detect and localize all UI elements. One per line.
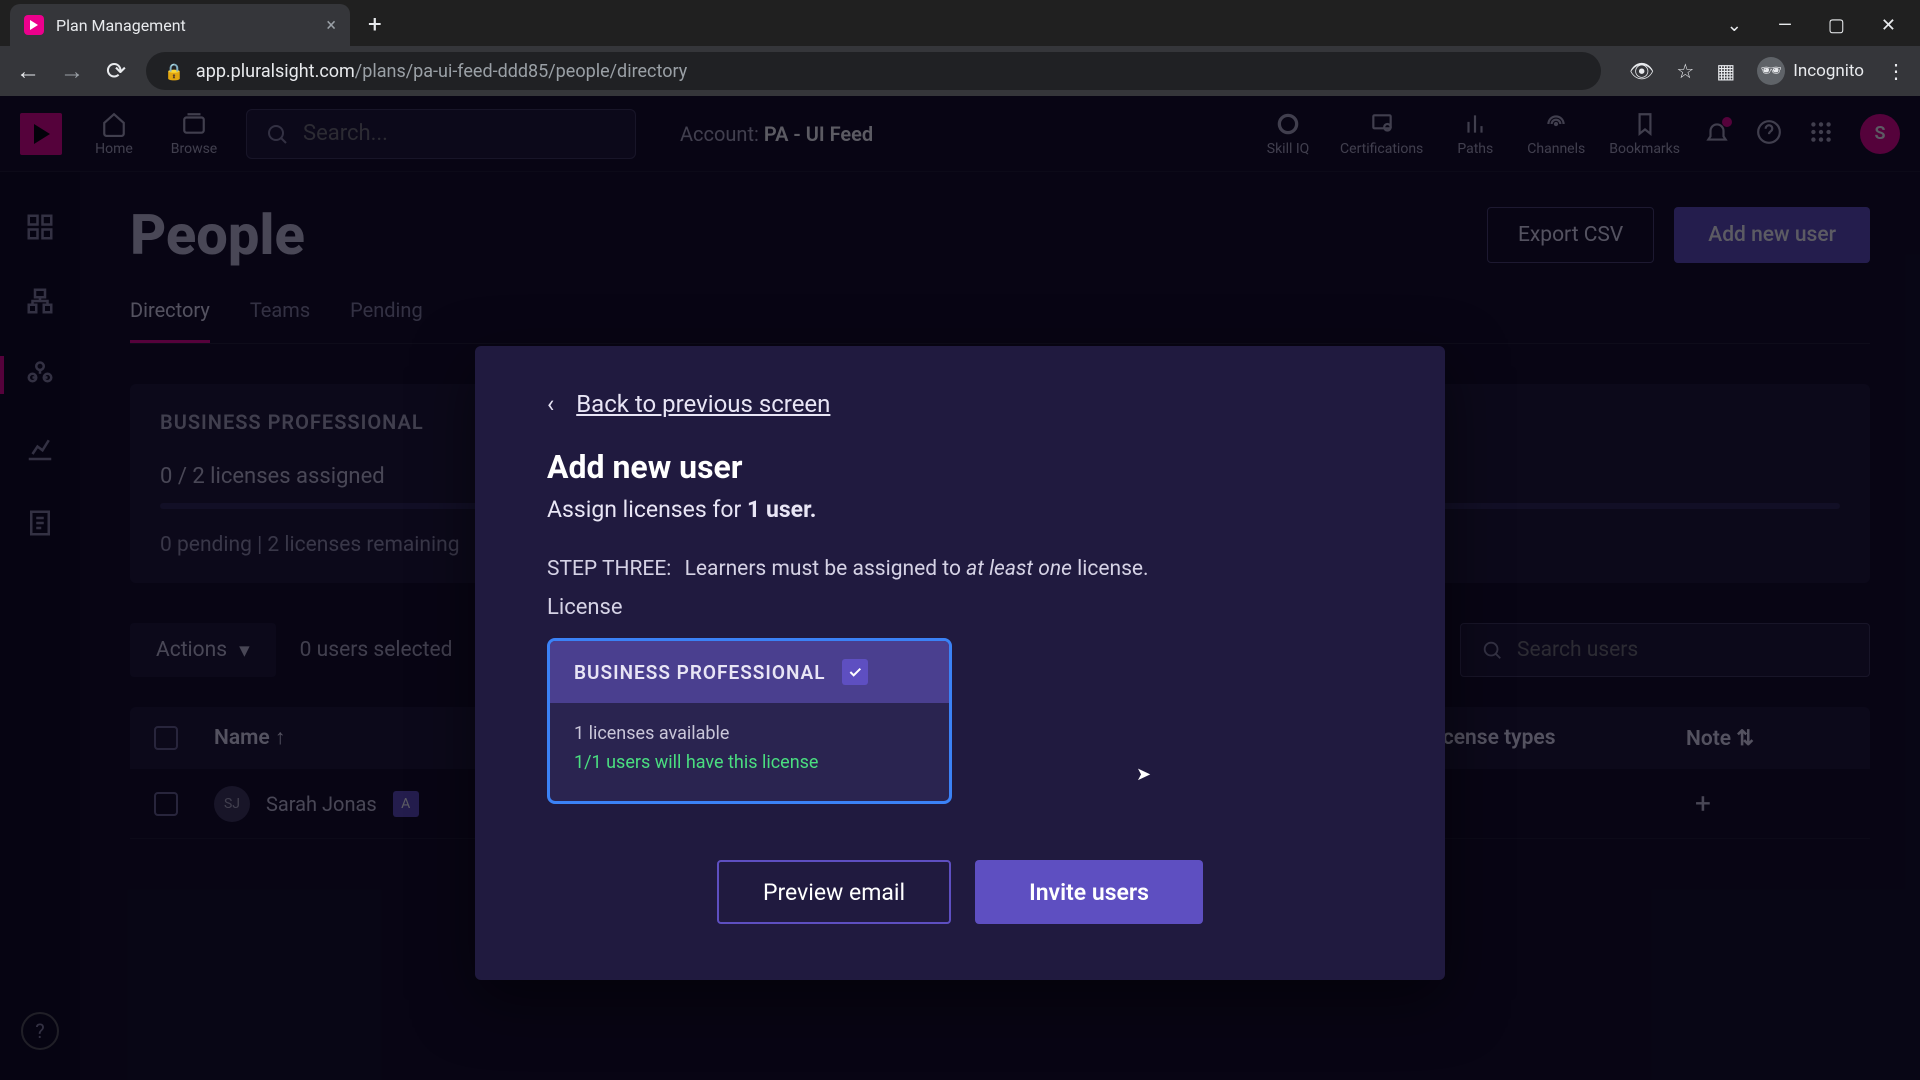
window-controls: ⌄ ― ▢ ✕ — [1727, 15, 1920, 46]
modal-actions: Preview email Invite users — [547, 860, 1373, 924]
app: Home Browse Account: PA - UI Feed Skill … — [0, 96, 1920, 1080]
chevron-left-icon: ‹ — [547, 390, 554, 418]
close-window-icon[interactable]: ✕ — [1881, 15, 1896, 36]
back-link[interactable]: ‹ Back to previous screen — [547, 390, 1373, 418]
license-available: 1 licenses available — [574, 723, 925, 744]
reload-icon[interactable]: ⟳ — [102, 57, 130, 85]
star-icon[interactable]: ☆ — [1676, 59, 1694, 83]
license-option-body: 1 licenses available 1/1 users will have… — [550, 703, 949, 801]
check-icon — [842, 659, 868, 685]
browser-chrome: Plan Management × + ⌄ ― ▢ ✕ ← → ⟳ 🔒 app.… — [0, 0, 1920, 96]
kebab-menu-icon[interactable]: ⋮ — [1886, 59, 1906, 83]
incognito-icon: 🕶 — [1757, 57, 1785, 85]
preview-email-button[interactable]: Preview email — [717, 860, 951, 924]
invite-users-button[interactable]: Invite users — [975, 860, 1203, 924]
minimize-icon[interactable]: ― — [1778, 15, 1792, 36]
license-field-label: License — [547, 595, 1373, 620]
license-assigned: 1/1 users will have this license — [574, 752, 925, 773]
license-option[interactable]: BUSINESS PROFESSIONAL 1 licenses availab… — [547, 638, 952, 804]
modal-title: Add new user — [547, 448, 1373, 486]
back-link-label: Back to previous screen — [576, 390, 830, 418]
license-option-header: BUSINESS PROFESSIONAL — [550, 641, 949, 703]
add-user-modal: ‹ Back to previous screen Add new user A… — [475, 346, 1445, 980]
address-bar: ← → ⟳ 🔒 app.pluralsight.com/plans/pa-ui-… — [0, 46, 1920, 96]
lock-icon: 🔒 — [164, 62, 184, 81]
license-option-name: BUSINESS PROFESSIONAL — [574, 661, 826, 684]
forward-icon: → — [58, 57, 86, 86]
new-tab-button[interactable]: + — [368, 10, 382, 38]
tab-close-icon[interactable]: × — [326, 15, 336, 36]
favicon-icon — [24, 15, 44, 35]
back-icon[interactable]: ← — [14, 57, 42, 86]
maximize-icon[interactable]: ▢ — [1828, 15, 1845, 36]
tab-title: Plan Management — [56, 16, 186, 35]
tab-bar: Plan Management × + ⌄ ― ▢ ✕ — [0, 0, 1920, 46]
step-instruction: STEP THREE: Learners must be assigned to… — [547, 557, 1373, 581]
url-box[interactable]: 🔒 app.pluralsight.com/plans/pa-ui-feed-d… — [146, 52, 1601, 90]
incognito-label: Incognito — [1793, 61, 1864, 81]
address-bar-right: 👁 ☆ ▦ 🕶 Incognito ⋮ — [1629, 57, 1906, 85]
modal-subtitle: Assign licenses for 1 user. — [547, 496, 1373, 523]
chevron-down-icon[interactable]: ⌄ — [1727, 15, 1742, 36]
incognito-badge: 🕶 Incognito — [1757, 57, 1864, 85]
url-text: app.pluralsight.com/plans/pa-ui-feed-ddd… — [196, 61, 687, 82]
browser-tab[interactable]: Plan Management × — [10, 4, 350, 46]
eye-off-icon[interactable]: 👁 — [1629, 59, 1654, 83]
extensions-icon[interactable]: ▦ — [1716, 59, 1735, 83]
